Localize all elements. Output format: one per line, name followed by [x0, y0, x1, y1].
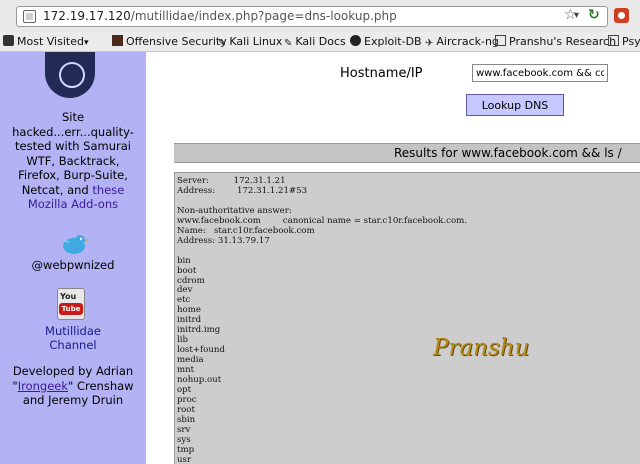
output-line: media: [177, 355, 204, 366]
bookmark-kali-docs[interactable]: ✎ Kali Docs: [284, 35, 346, 49]
output-line: mnt: [177, 365, 195, 376]
developed-by-text: Developed by Adrian "Irongeek" Crenshaw …: [12, 364, 134, 407]
output-line: root: [177, 404, 195, 415]
bookmark-psyc[interactable]: Psyc: [608, 35, 640, 48]
these-link[interactable]: these: [92, 183, 124, 197]
output-line: boot: [177, 265, 197, 276]
lookup-dns-button[interactable]: Lookup DNS: [466, 94, 564, 116]
output-line: usr: [177, 454, 192, 464]
results-header: Results for www.facebook.com && ls /: [174, 143, 640, 163]
output-line: Name: star.c10r.facebook.com: [177, 225, 315, 236]
output-line: proc: [177, 394, 197, 405]
site-identity-icon[interactable]: [23, 10, 36, 23]
twitter-bird-icon[interactable]: [58, 232, 90, 256]
twitter-link[interactable]: @webpwnized: [4, 258, 142, 272]
bookmark-pranshus-research[interactable]: Pranshu's Research: [495, 35, 616, 48]
output-line: etc: [177, 295, 191, 306]
kali-dragon-icon: ✎: [218, 38, 227, 49]
hostname-input[interactable]: [472, 64, 608, 82]
output-line: lib: [177, 335, 188, 346]
output-line: Server: 172.31.1.21: [177, 176, 286, 186]
output-line: lost+found: [177, 345, 225, 356]
bookmarks-bar: Most Visited▾ Offensive Security ✎ Kali L…: [0, 32, 640, 52]
output-line: cdrom: [177, 275, 205, 286]
youtube-icon[interactable]: You Tube: [57, 288, 85, 320]
bookmark-offensive-security[interactable]: Offensive Security: [112, 35, 227, 48]
bookmark-aircrack-ng[interactable]: ✈ Aircrack-ng: [425, 35, 499, 49]
output-line: tmp: [177, 444, 195, 455]
irongeek-link[interactable]: Irongeek: [18, 379, 68, 393]
watermark-signature: Pranshu: [433, 335, 530, 361]
browser-toolbar: 172.19.17.120/mutillidae/index.php?page=…: [0, 0, 640, 32]
hostname-label: Hostname/IP: [340, 66, 423, 81]
mozilla-addons-link[interactable]: Mozilla Add-ons: [4, 197, 142, 212]
bookmarks-folder-icon: [3, 35, 14, 46]
bookmark-most-visited[interactable]: Most Visited▾: [3, 35, 88, 48]
sidebar: Site hacked...err...quality- tested with…: [0, 52, 146, 464]
output-line: bin: [177, 255, 191, 266]
output-line: Address: 31.13.79.17: [177, 235, 270, 246]
page-icon: [495, 35, 506, 46]
mutillidae-logo-icon: [45, 52, 95, 98]
output-line: sbin: [177, 414, 196, 425]
bookmark-kali-linux[interactable]: ✎ Kali Linux: [218, 35, 282, 49]
dns-output: usr tmp sys srv sbin root proc opt nohup.out mnt m…: [174, 172, 640, 464]
output-line: initrd.img: [177, 325, 221, 336]
output-line: srv: [177, 424, 191, 435]
output-line: home: [177, 305, 201, 316]
youtube-channel-link[interactable]: Mutillidae Channel: [4, 324, 142, 352]
output-line: dev: [177, 285, 193, 296]
aircrack-icon: ✈: [425, 38, 434, 49]
output-line: sys: [177, 434, 191, 445]
reload-icon[interactable]: ↻: [588, 7, 600, 23]
search-engine-icon[interactable]: [614, 8, 629, 23]
results-title: Results for www.facebook.com && ls /: [394, 146, 622, 160]
address-bar[interactable]: 172.19.17.120/mutillidae/index.php?page=…: [16, 6, 608, 27]
site-hacked-text: Site hacked...err...quality- tested with…: [4, 110, 142, 212]
main-content: Hostname/IP Lookup DNS Results for www.f…: [146, 52, 640, 464]
output-line: Address: 172.31.1.21#53: [177, 185, 308, 196]
output-line: opt: [177, 384, 192, 395]
offsec-icon: [112, 35, 123, 46]
page-icon: [608, 35, 619, 46]
output-line: www.facebook.com canonical name = star.c…: [177, 215, 468, 226]
history-dropdown-icon[interactable]: ▾: [574, 10, 579, 21]
kali-dragon-icon: ✎: [284, 38, 293, 49]
output-line: initrd: [177, 315, 202, 326]
bookmark-exploit-db[interactable]: Exploit-DB: [350, 35, 422, 48]
output-line: Non-authoritative answer:: [177, 205, 292, 216]
url-text[interactable]: 172.19.17.120/mutillidae/index.php?page=…: [43, 9, 397, 23]
exploit-db-icon: [350, 35, 361, 46]
output-line: nohup.out: [177, 375, 222, 385]
